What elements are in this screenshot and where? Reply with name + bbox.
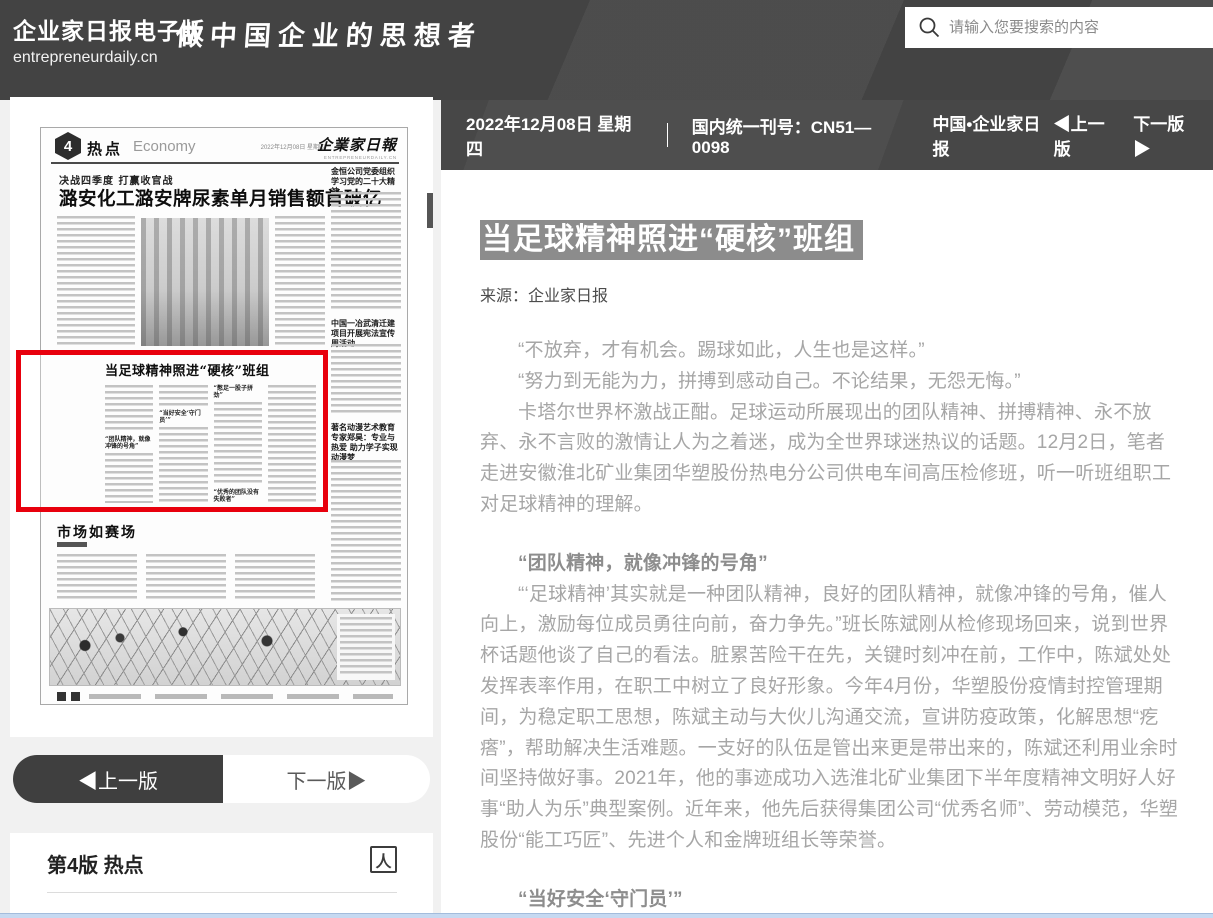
search-input[interactable] (947, 7, 1207, 48)
section-heading: “当好安全‘守门员’” (480, 885, 1180, 916)
text-column-placeholder (105, 385, 153, 433)
next-page-button[interactable]: 下一版▶ (223, 755, 430, 803)
newspaper-page-thumbnail[interactable]: 4 热点 Economy 2022年12月08日 星期四 企業家日報 ENTRE… (40, 127, 408, 705)
issue-number: 国内统一刊号：CN51—0098 (692, 113, 903, 158)
search-box[interactable] (905, 7, 1213, 48)
text-column-placeholder (57, 216, 135, 348)
toolbar-pager: ◀上一版 下一版▶ (1054, 110, 1199, 160)
text-column-placeholder (268, 385, 316, 503)
toolbar-next-page-link[interactable]: 下一版▶ (1133, 110, 1199, 160)
masthead: 企業家日報 ENTREPRENEURDAILY.CN (317, 134, 397, 160)
sub-headline: “团队精神，就像冲锋的号角” (105, 436, 153, 450)
plant-photo (141, 218, 269, 346)
byline-mark (57, 542, 87, 547)
right-column-headline: 著名动漫艺术教育专家郑昊：专业与热爱 助力学子实现动漫梦 (331, 422, 401, 462)
masthead-subtitle: ENTREPRENEURDAILY.CN (317, 155, 397, 160)
text-column-placeholder (159, 427, 207, 503)
article-source: 来源：企业家日报 (480, 282, 1213, 306)
sub-headline: “憋足一股子拼劲” (214, 385, 262, 399)
divider (47, 892, 397, 893)
page-thumbnail-panel: 4 热点 Economy 2022年12月08日 星期四 企業家日報 ENTRE… (10, 97, 433, 737)
text-column-placeholder (235, 554, 315, 602)
article-title: 当足球精神照进“硬核”班组 (480, 220, 863, 260)
footer-mark (57, 692, 66, 701)
text-column-placeholder (146, 554, 226, 602)
site-header: 企业家日报电子版 entrepreneurdaily.cn 做中国企业的思想者 (0, 0, 1213, 100)
footer-mark (71, 692, 80, 701)
page-pager: ◀上一版 下一版▶ (13, 755, 430, 803)
masthead-title: 企業家日報 (317, 134, 397, 155)
highlighted-article-box[interactable]: 当足球精神照进“硬核”班组 “团队精神，就像冲锋的号角” “当好安全‘守门员’”… (16, 350, 328, 512)
site-slogan: 做中国企业的思想者 (175, 14, 484, 53)
footer-text-placeholder (89, 694, 393, 699)
sub-headline: “优秀的团队没有失败者” (214, 489, 262, 503)
text-column-placeholder (105, 453, 153, 503)
bottom-bar (0, 913, 1213, 918)
text-column-placeholder (340, 617, 392, 677)
text-column-placeholder (331, 344, 401, 414)
page-nav-label[interactable]: 第4版 热点 (47, 849, 144, 878)
scrollbar-thumb[interactable] (427, 193, 433, 228)
search-icon (918, 16, 942, 40)
masthead-rule (51, 162, 399, 164)
text-column-placeholder (275, 216, 325, 348)
page-number-badge: 4 (55, 132, 81, 160)
text-column-placeholder (159, 385, 207, 407)
article-paragraph: 卡塔尔世界杯激战正酣。足球运动所展现出的团队精神、拼搏精神、永不放弃、永不言败的… (480, 398, 1180, 521)
article-paragraph: “不放弃，才有机会。踢球如此，人生也是这样。” (480, 336, 1180, 367)
article-body: “不放弃，才有机会。踢球如此，人生也是这样。” “努力到无能为力，拼搏到感动自己… (480, 336, 1180, 918)
page-nav-card: 第4版 热点 人 (10, 833, 433, 918)
paper-name: 中国•企业家日报 (932, 110, 1053, 160)
market-article-headline: 市场如赛场 (57, 522, 137, 542)
tower-workers-photo (49, 608, 401, 686)
prev-page-button[interactable]: ◀上一版 (13, 755, 223, 803)
issue-date: 2022年12月08日 星期四 (466, 110, 643, 160)
text-column-placeholder (331, 192, 401, 310)
toolbar-prev-page-link[interactable]: ◀上一版 (1054, 110, 1120, 160)
text-column-placeholder (331, 460, 401, 604)
sub-headline: “当好安全‘守门员’” (159, 410, 207, 424)
text-column-placeholder (57, 554, 137, 602)
photo-caption-box (337, 614, 395, 680)
section-name-en: Economy (133, 138, 196, 155)
issue-toolbar: 2022年12月08日 星期四 国内统一刊号：CN51—0098 中国•企业家日… (441, 100, 1213, 170)
highlighted-article: 当足球精神照进“硬核”班组 “团队精神，就像冲锋的号角” “当好安全‘守门员’”… (105, 360, 316, 501)
highlighted-article-columns: “团队精神，就像冲锋的号角” “当好安全‘守门员’” “憋足一股子拼劲” “优秀… (105, 385, 316, 503)
section-name-cn: 热点 (87, 138, 123, 159)
pdf-icon[interactable]: 人 (370, 846, 397, 873)
article-paragraph: “努力到无能为力，拼搏到感动自己。不论结果，无怨无悔。” (480, 367, 1180, 398)
highlighted-article-title: 当足球精神照进“硬核”班组 (105, 360, 316, 379)
toolbar-divider (667, 123, 668, 147)
section-heading: “团队精神，就像冲锋的号角” (480, 549, 1180, 580)
article-pane: 当足球精神照进“硬核”班组 来源：企业家日报 “不放弃，才有机会。踢球如此，人生… (441, 170, 1213, 918)
article-paragraph: “‘足球精神’其实就是一种团队精神，良好的团队精神，就像冲锋的号角，催人向上，激… (480, 580, 1180, 857)
thumbnail-date: 2022年12月08日 星期四 (261, 142, 325, 151)
text-column-placeholder (214, 402, 262, 486)
